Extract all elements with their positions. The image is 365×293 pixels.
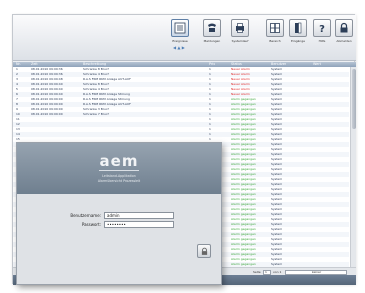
messages-label: Meldungen (203, 39, 221, 43)
svg-text:?: ? (319, 24, 325, 34)
username-label: Benutzername: (70, 213, 101, 218)
door-icon (295, 22, 302, 34)
phone-icon (208, 23, 216, 32)
list-icon (174, 22, 186, 34)
password-field[interactable]: •••••••• (104, 221, 174, 228)
page-input[interactable]: 1 (263, 269, 271, 275)
logout-label: Abmelden (336, 39, 352, 43)
messages-button[interactable] (203, 19, 221, 37)
lock-icon (201, 247, 207, 255)
help-icon: ? (319, 24, 325, 34)
app-window: Ereignisse Meldungen Systemlauf Bereich (12, 14, 356, 285)
page-label: Seite (253, 270, 261, 274)
printer-icon (236, 23, 244, 33)
username-field[interactable]: admin (104, 212, 174, 219)
login-dialog: aem Leitstand-Applikation Alarmübersicht… (16, 142, 222, 285)
area-button[interactable] (266, 19, 284, 37)
login-header: aem Leitstand-Applikation Alarmübersicht… (17, 143, 221, 194)
login-button[interactable] (197, 244, 211, 258)
grid-icon (270, 23, 280, 33)
vertical-scrollbar[interactable] (350, 67, 356, 267)
lock-icon (340, 22, 348, 33)
toolbar: Ereignisse Meldungen Systemlauf Bereich (13, 15, 356, 61)
nav-arrows-icon[interactable]: ◀ ▲ ▶ (173, 45, 185, 50)
login-subtitle: Leitstand-Applikation (102, 174, 136, 178)
logout-button[interactable] (335, 19, 353, 37)
systemlog-button[interactable] (231, 19, 249, 37)
logo-divider (99, 170, 139, 171)
filter-input[interactable]: keiner (285, 269, 347, 275)
systemlog-label: Systemlauf (231, 39, 249, 43)
events-label: Ereignisse (172, 39, 188, 43)
login-subtitle-2: Alarmübersicht Prozessleit (97, 179, 141, 183)
help-button[interactable]: ? (313, 19, 331, 37)
events-button[interactable] (171, 19, 189, 37)
entrances-button[interactable] (289, 19, 307, 37)
aem-logo: aem (99, 152, 139, 170)
page-of-label: von 1 (273, 270, 282, 274)
scrollbar-thumb[interactable] (352, 69, 356, 129)
password-label: Passwort: (81, 222, 101, 227)
